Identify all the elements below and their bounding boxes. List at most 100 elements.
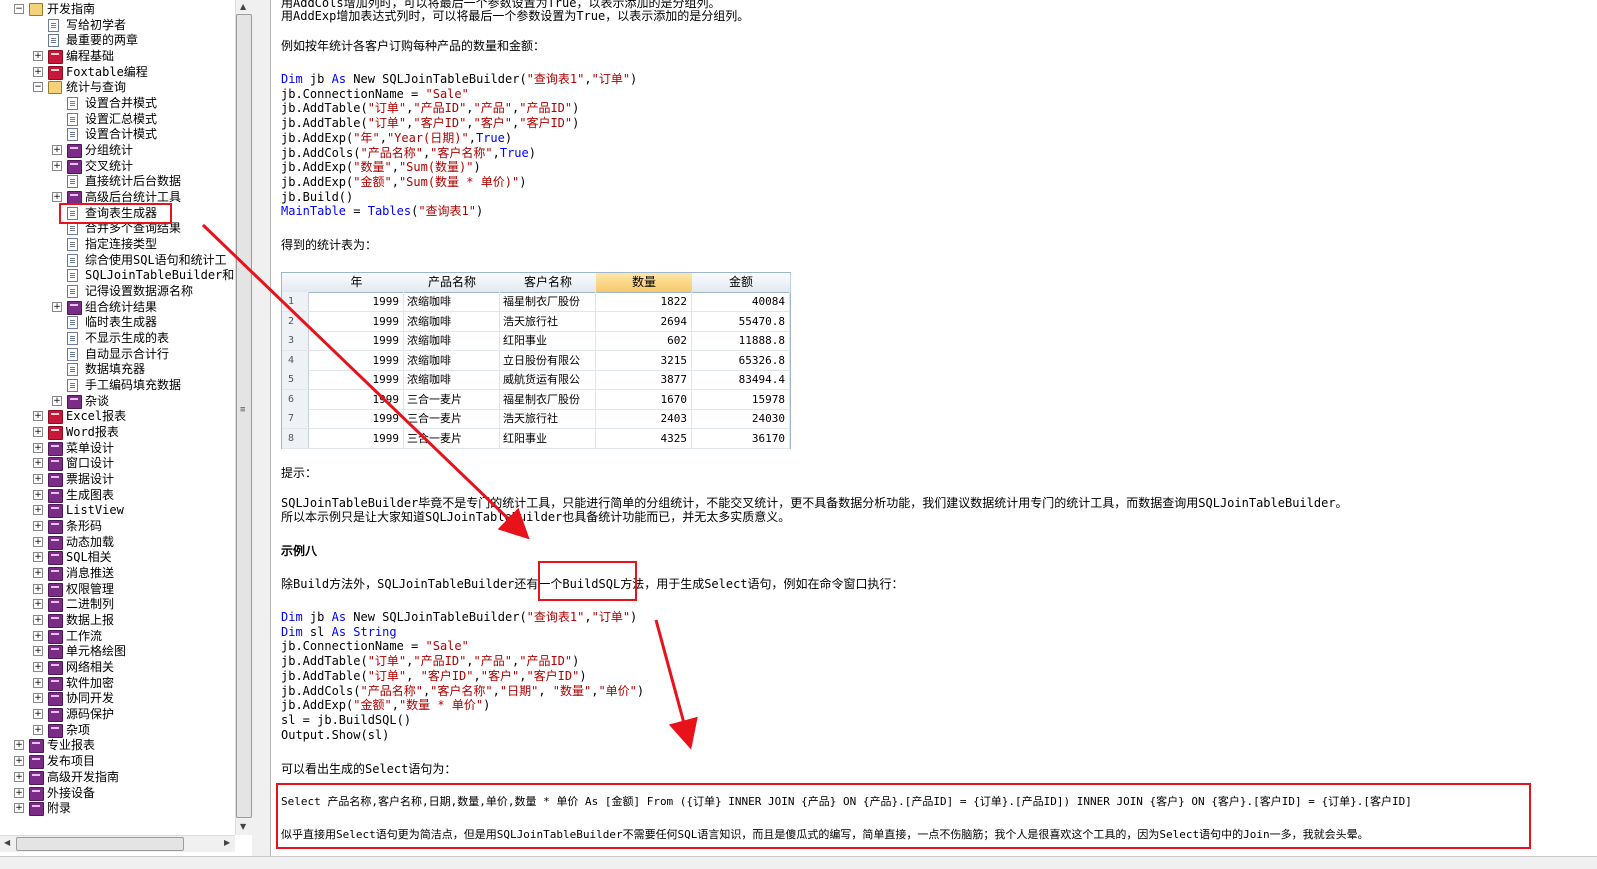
tree-item[interactable]: + 协同开发 <box>0 690 235 706</box>
tree-item[interactable]: 最重要的两章 <box>0 32 235 48</box>
grid-cell[interactable]: 2403 <box>596 409 692 428</box>
expand-icon[interactable]: + <box>33 615 43 625</box>
grid-cell[interactable]: 浩天旅行社 <box>500 311 596 331</box>
grid-cell[interactable]: 4325 <box>596 428 692 448</box>
scroll-right-arrow-icon[interactable]: ▶ <box>224 838 230 847</box>
scroll-down-arrow-icon[interactable]: ▼ <box>240 822 246 831</box>
grid-row[interactable]: 4 1999 浓缩咖啡 立日股份有限公 3215 65326.8 <box>282 350 790 371</box>
tree-item[interactable]: − 统计与查询 <box>0 79 235 95</box>
tree-item[interactable]: SQLJoinTableBuilder和纟 <box>0 267 246 283</box>
tree-item[interactable]: 指定连接类型 <box>0 236 235 252</box>
tree-item[interactable]: 设置合计模式 <box>0 126 235 142</box>
help-topic-tree[interactable]: − 开发指南 写给初学者 最重要的两章 + 编程基础 + Foxtable编程 − 统计与查询 设置… <box>0 0 253 856</box>
expand-icon[interactable]: + <box>33 458 43 468</box>
grid-cell[interactable]: 602 <box>596 331 692 350</box>
grid-cell[interactable]: 立日股份有限公 <box>500 350 596 370</box>
grid-row-number[interactable]: 5 <box>282 370 309 389</box>
grid-row[interactable]: 6 1999 三合一麦片 福星制衣厂股份 1670 15978 <box>282 389 790 410</box>
tree-item[interactable]: + 数据上报 <box>0 612 235 628</box>
tree-horizontal-scroll-thumb[interactable] <box>16 837 184 851</box>
grid-cell[interactable]: 三合一麦片 <box>404 409 500 428</box>
grid-cell[interactable]: 1999 <box>309 428 404 448</box>
grid-column-header[interactable]: 产品名称 <box>404 273 501 293</box>
grid-row[interactable]: 8 1999 三合一麦片 红阳事业 4325 36170 <box>282 428 790 449</box>
grid-cell[interactable]: 浩天旅行社 <box>500 409 596 428</box>
grid-cell[interactable]: 三合一麦片 <box>404 428 500 448</box>
tree-item[interactable]: + 组合统计结果 <box>0 299 235 315</box>
grid-cell[interactable]: 3877 <box>596 370 692 389</box>
expand-icon[interactable]: + <box>33 662 43 672</box>
grid-cell[interactable]: 55470.8 <box>692 311 790 331</box>
grid-row-number[interactable]: 7 <box>282 409 309 428</box>
expand-icon[interactable]: + <box>33 552 43 562</box>
grid-cell[interactable]: 威航货运有限公 <box>500 370 596 389</box>
tree-item[interactable]: + 单元格绘图 <box>0 643 235 659</box>
grid-row-number[interactable]: 8 <box>282 428 309 448</box>
tree-item[interactable]: 数据填充器 <box>0 361 235 377</box>
grid-row[interactable]: 7 1999 三合一麦片 浩天旅行社 2403 24030 <box>282 409 790 429</box>
tree-item[interactable]: 手工编码填充数据 <box>0 377 235 393</box>
scroll-up-arrow-icon[interactable]: ▲ <box>240 2 246 11</box>
grid-cell[interactable]: 浓缩咖啡 <box>404 292 500 311</box>
tree-item[interactable]: + 交叉统计 <box>0 158 235 174</box>
tree-item[interactable]: − 开发指南 <box>0 1 235 17</box>
expand-icon[interactable]: + <box>33 67 43 77</box>
tree-item[interactable]: + 网络相关 <box>0 659 235 675</box>
grid-row-number[interactable]: 6 <box>282 389 309 409</box>
grid-column-header[interactable]: 客户名称 <box>500 273 597 293</box>
grid-cell[interactable]: 1999 <box>309 409 404 428</box>
tree-item[interactable]: + 消息推送 <box>0 565 235 581</box>
tree-item[interactable]: + 杂项 <box>0 722 235 738</box>
grid-cell[interactable]: 15978 <box>692 389 790 409</box>
tree-item[interactable]: 设置合并模式 <box>0 95 235 111</box>
expand-icon[interactable]: + <box>33 505 43 515</box>
grid-cell[interactable]: 40084 <box>692 292 790 311</box>
grid-cell[interactable]: 1999 <box>309 350 404 370</box>
grid-row-number[interactable]: 3 <box>282 331 309 350</box>
tree-item[interactable]: 写给初学者 <box>0 17 235 33</box>
grid-row[interactable]: 3 1999 浓缩咖啡 红阳事业 602 11888.8 <box>282 331 790 351</box>
tree-item[interactable]: + 菜单设计 <box>0 440 235 456</box>
expand-icon[interactable]: + <box>33 631 43 641</box>
expand-icon[interactable]: + <box>33 521 43 531</box>
tree-item[interactable]: 记得设置数据源名称 <box>0 283 235 299</box>
expand-icon[interactable]: + <box>14 740 24 750</box>
grid-cell[interactable]: 福星制衣厂股份 <box>500 389 596 409</box>
grid-cell[interactable]: 65326.8 <box>692 350 790 370</box>
tree-item[interactable]: + 软件加密 <box>0 675 235 691</box>
tree-item[interactable]: + 发布项目 <box>0 753 235 769</box>
tree-item[interactable]: + SQL相关 <box>0 549 235 565</box>
tree-item[interactable]: + 附录 <box>0 800 235 816</box>
expand-icon[interactable]: + <box>33 725 43 735</box>
grid-cell[interactable]: 福星制衣厂股份 <box>500 292 596 311</box>
tree-item[interactable]: 直接统计后台数据 <box>0 173 235 189</box>
grid-cell[interactable]: 24030 <box>692 409 790 428</box>
grid-corner[interactable] <box>282 273 310 293</box>
grid-cell[interactable]: 浓缩咖啡 <box>404 350 500 370</box>
tree-item[interactable]: + 杂谈 <box>0 393 235 409</box>
tree-item[interactable]: 临时表生成器 <box>0 314 235 330</box>
panel-splitter[interactable] <box>252 0 271 856</box>
grid-cell[interactable]: 1822 <box>596 292 692 311</box>
tree-item[interactable]: 自动显示合计行 <box>0 346 235 362</box>
grid-cell[interactable]: 浓缩咖啡 <box>404 370 500 389</box>
expand-icon[interactable]: + <box>33 443 43 453</box>
grid-row-number[interactable]: 1 <box>282 292 309 311</box>
grid-cell[interactable]: 红阳事业 <box>500 428 596 448</box>
grid-cell[interactable]: 浓缩咖啡 <box>404 311 500 331</box>
tree-item[interactable]: + 外接设备 <box>0 785 235 801</box>
tree-item[interactable]: + 高级开发指南 <box>0 769 235 785</box>
grid-row[interactable]: 5 1999 浓缩咖啡 威航货运有限公 3877 83494.4 <box>282 370 790 390</box>
expand-icon[interactable]: + <box>14 756 24 766</box>
grid-row-number[interactable]: 2 <box>282 311 309 331</box>
tree-item[interactable]: + 票据设计 <box>0 471 235 487</box>
grid-row[interactable]: 1 1999 浓缩咖啡 福星制衣厂股份 1822 40084 <box>282 292 790 312</box>
grid-column-header[interactable]: 数量 <box>596 273 693 293</box>
tree-item[interactable]: + 动态加载 <box>0 534 235 550</box>
expand-icon[interactable]: + <box>33 678 43 688</box>
tree-item[interactable]: + 条形码 <box>0 518 235 534</box>
grid-cell[interactable]: 1999 <box>309 292 404 311</box>
grid-cell[interactable]: 36170 <box>692 428 790 448</box>
grid-cell[interactable]: 2694 <box>596 311 692 331</box>
expand-icon[interactable]: + <box>14 772 24 782</box>
